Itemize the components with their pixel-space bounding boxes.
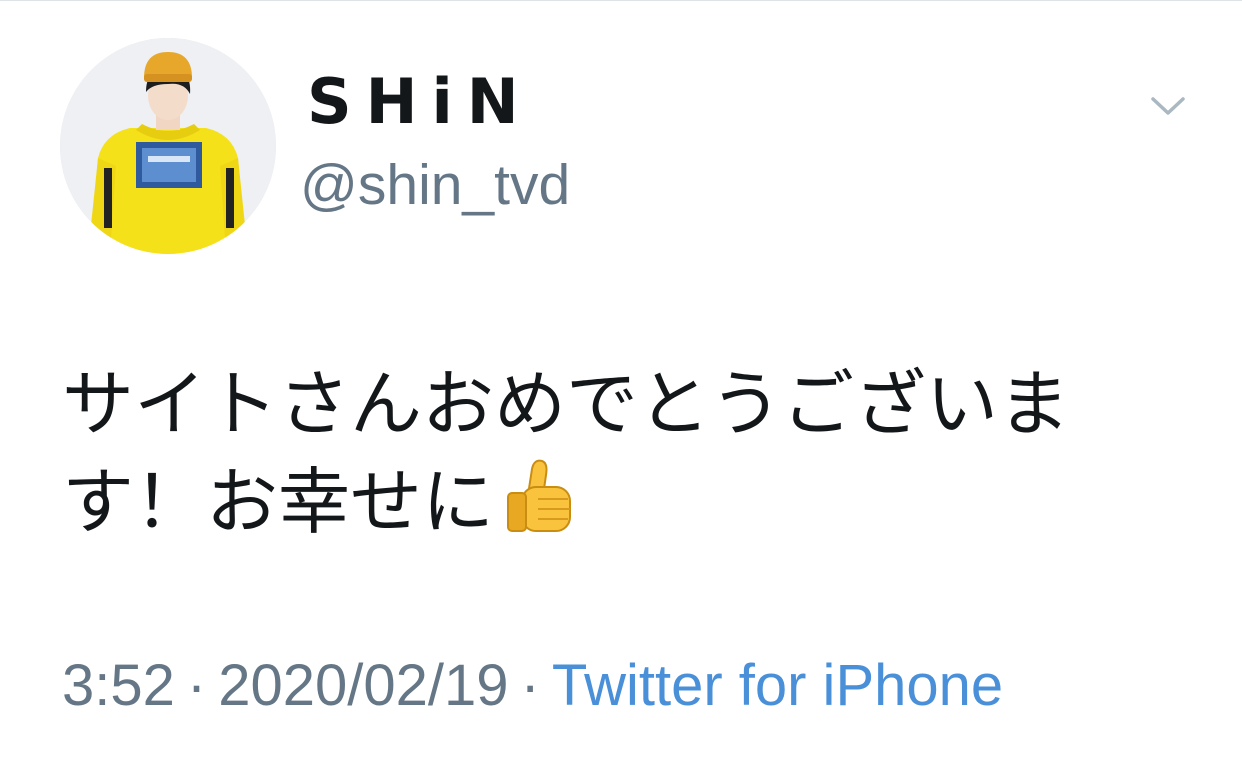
chevron-down-icon[interactable]: [1145, 91, 1191, 123]
profile-photo-icon: [60, 38, 276, 254]
tweet-date[interactable]: 2020/02/19: [218, 653, 508, 718]
display-name[interactable]: SHiN: [307, 71, 533, 133]
thumbs-up-emoji-icon: [498, 455, 582, 539]
tweet-meta: 3:52 · 2020/02/19 · Twitter for iPhone: [62, 657, 1003, 715]
tweet-body: サイトさんおめでとうございます！お幸せに: [62, 355, 1172, 551]
meta-separator: ·: [186, 653, 207, 718]
user-handle[interactable]: @shin_tvd: [300, 157, 570, 214]
tweet-card: SHiN @shin_tvd サイトさんおめでとうございます！お幸せに 3:52…: [0, 0, 1242, 766]
tweet-source-link[interactable]: Twitter for iPhone: [552, 653, 1003, 718]
tweet-time[interactable]: 3:52: [62, 653, 175, 718]
avatar[interactable]: [60, 38, 276, 254]
meta-separator: ·: [520, 653, 540, 718]
